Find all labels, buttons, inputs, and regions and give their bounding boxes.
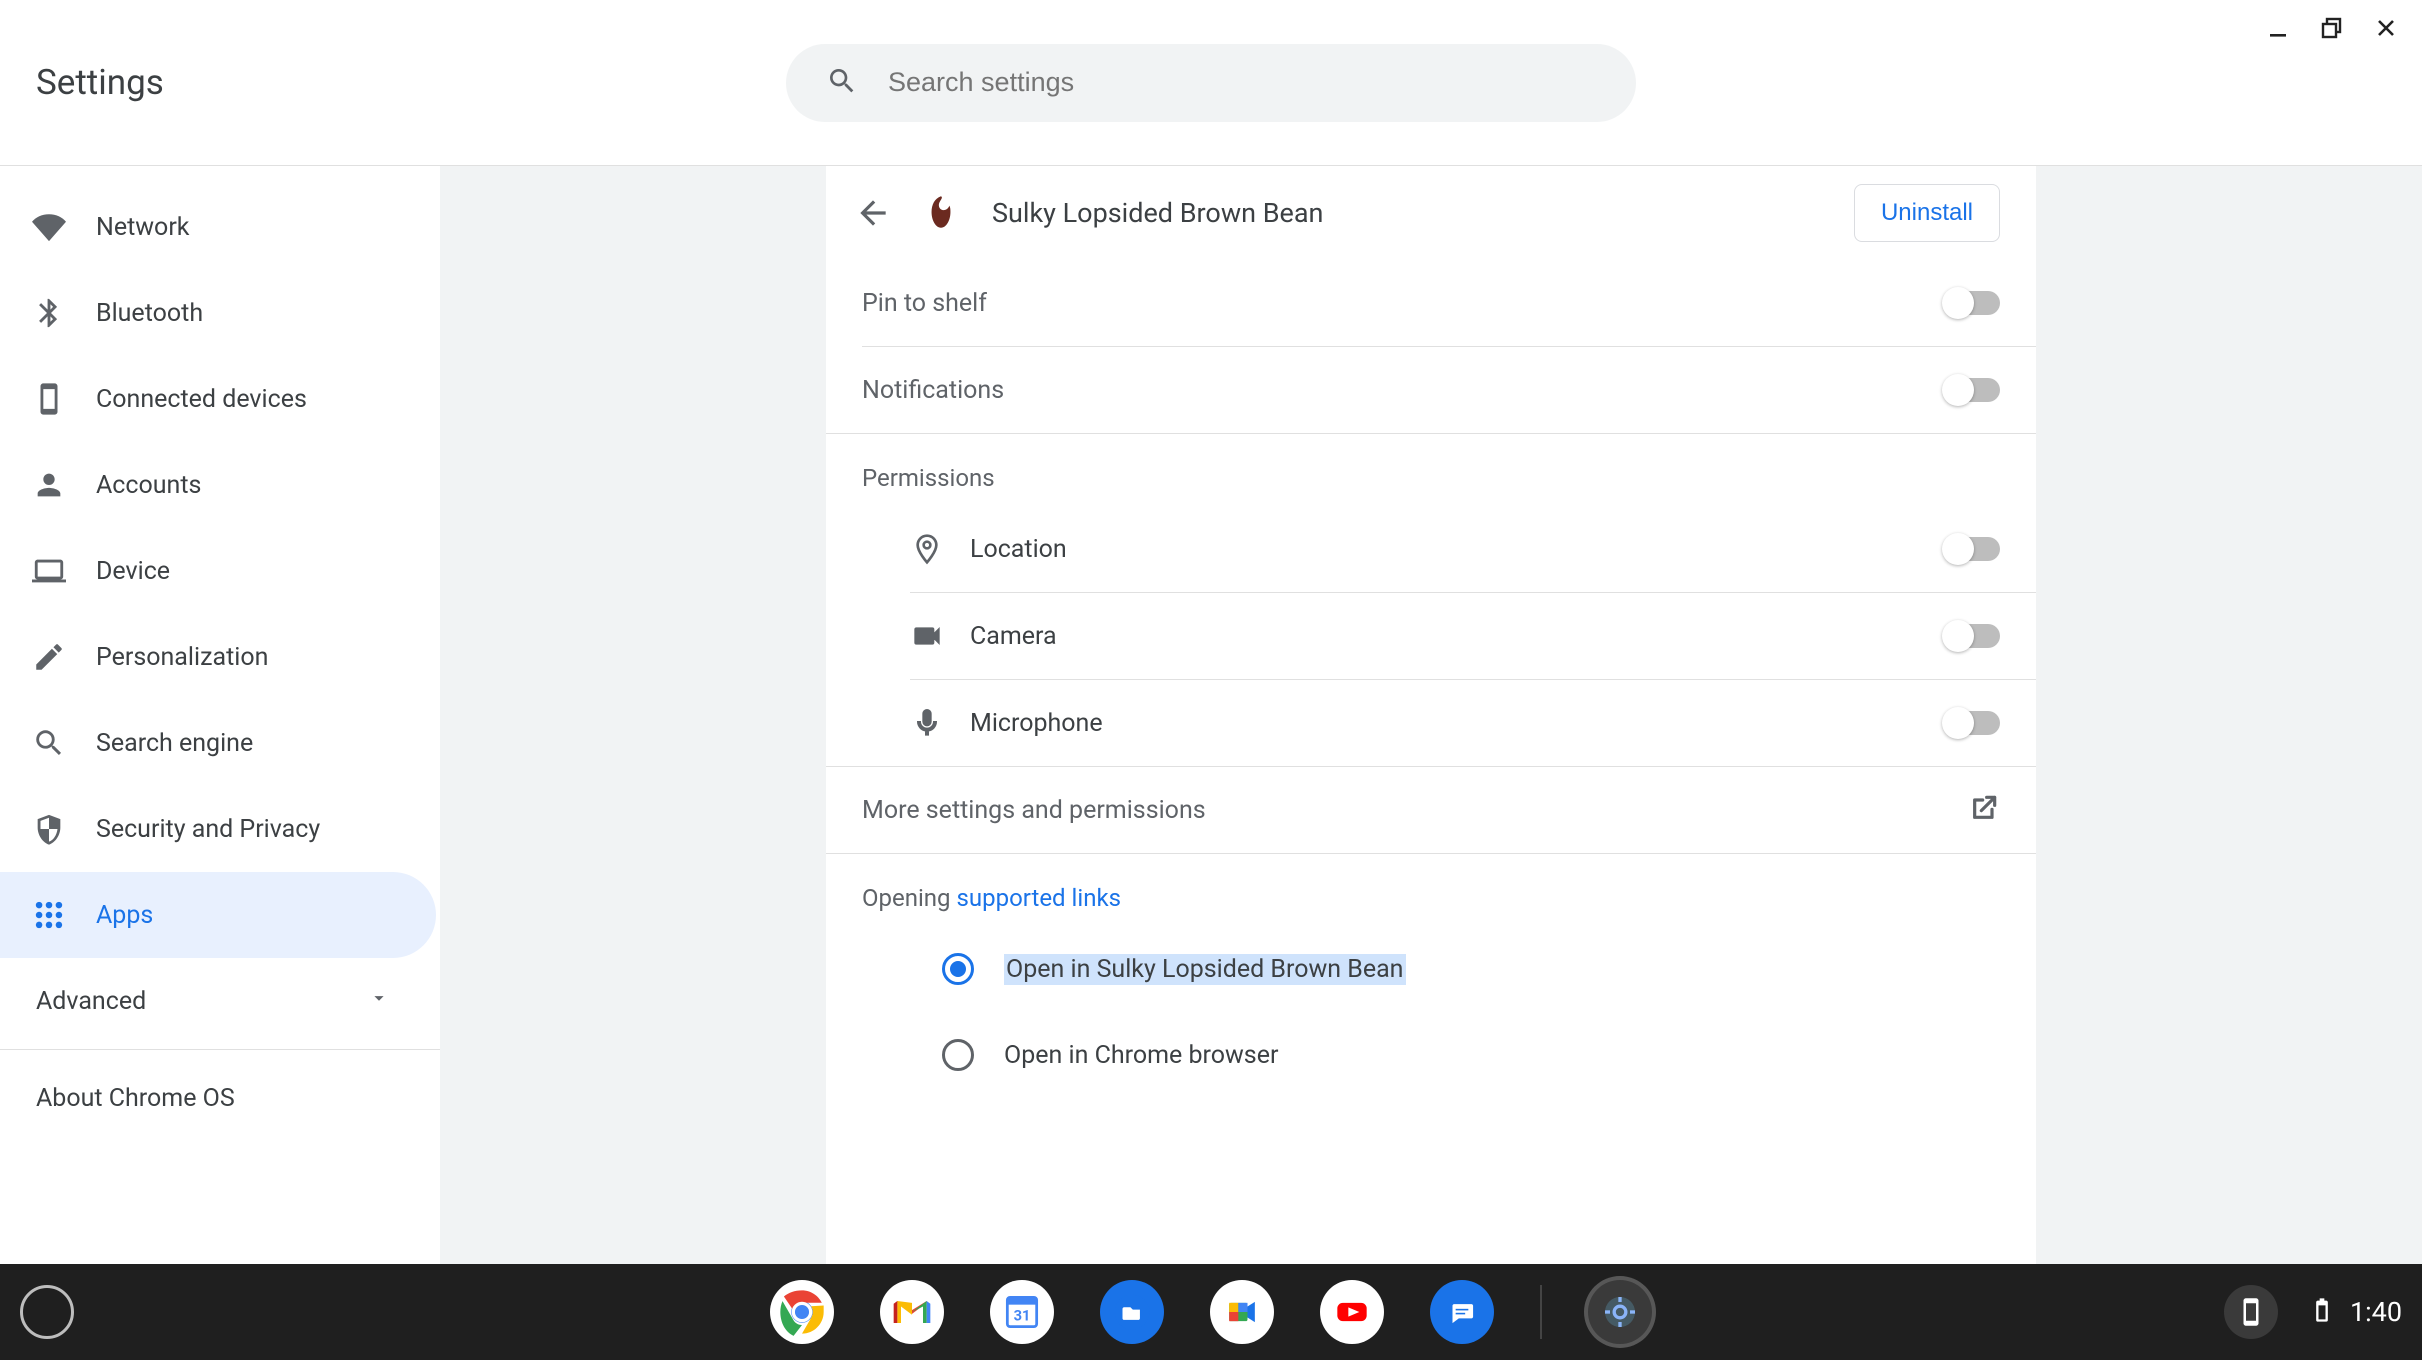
- shelf-app-messages[interactable]: [1430, 1280, 1494, 1344]
- sidebar-item-bluetooth[interactable]: Bluetooth: [0, 270, 436, 356]
- sidebar-item-device[interactable]: Device: [0, 528, 436, 614]
- pin-label: Pin to shelf: [862, 289, 1944, 318]
- launcher-button[interactable]: [20, 1285, 74, 1339]
- apps-grid-icon: [32, 898, 66, 932]
- permission-camera-row: Camera: [826, 593, 2036, 679]
- permission-label: Microphone: [970, 709, 1944, 738]
- microphone-icon: [910, 706, 944, 740]
- back-button[interactable]: [846, 186, 900, 240]
- chevron-down-icon: [368, 987, 390, 1016]
- opening-prefix: Opening: [862, 884, 957, 912]
- app-icon: [920, 192, 962, 234]
- radio-button-unchecked-icon: [942, 1039, 974, 1071]
- shelf-app-files[interactable]: [1100, 1280, 1164, 1344]
- svg-text:31: 31: [1014, 1306, 1031, 1324]
- sidebar-item-label: Personalization: [96, 643, 268, 672]
- sidebar-item-apps[interactable]: Apps: [0, 872, 436, 958]
- sidebar: Network Bluetooth Connected devices Acco…: [0, 166, 440, 1264]
- battery-icon: [2308, 1296, 2336, 1328]
- shelf-app-meet[interactable]: [1210, 1280, 1274, 1344]
- microphone-toggle[interactable]: [1944, 711, 2000, 735]
- notifications-label: Notifications: [862, 376, 1944, 405]
- window-minimize-button[interactable]: [2266, 16, 2290, 40]
- shield-icon: [32, 812, 66, 846]
- sidebar-item-security-privacy[interactable]: Security and Privacy: [0, 786, 436, 872]
- permission-microphone-row: Microphone: [826, 680, 2036, 766]
- permissions-header: Permissions: [826, 434, 2036, 506]
- sidebar-item-label: Device: [96, 557, 170, 586]
- shelf-notifications-button[interactable]: [2224, 1285, 2278, 1339]
- search-icon: [32, 726, 66, 760]
- permission-location-row: Location: [826, 506, 2036, 592]
- camera-icon: [910, 619, 944, 653]
- pin-toggle[interactable]: [1944, 291, 2000, 315]
- search-icon: [826, 65, 858, 101]
- location-icon: [910, 532, 944, 566]
- search-input[interactable]: [888, 67, 1596, 98]
- shelf-app-gmail[interactable]: [880, 1280, 944, 1344]
- shelf: 31 1:40: [0, 1264, 2422, 1360]
- bluetooth-icon: [32, 296, 66, 330]
- laptop-icon: [32, 554, 66, 588]
- sidebar-item-label: Connected devices: [96, 385, 307, 414]
- about-label: About Chrome OS: [36, 1084, 235, 1113]
- more-settings-label: More settings and permissions: [862, 796, 1968, 825]
- pencil-icon: [32, 640, 66, 674]
- sidebar-about[interactable]: About Chrome OS: [0, 1055, 440, 1141]
- pin-to-shelf-row: Pin to shelf: [826, 260, 2036, 346]
- external-link-icon: [1968, 792, 2000, 828]
- opening-links-header: Opening supported links: [826, 854, 2036, 926]
- app-detail-panel: Sulky Lopsided Brown Bean Uninstall Pin …: [826, 166, 2036, 1264]
- shelf-status-area[interactable]: 1:40: [2308, 1296, 2402, 1328]
- supported-links-link[interactable]: supported links: [957, 884, 1122, 912]
- sidebar-item-accounts[interactable]: Accounts: [0, 442, 436, 528]
- shelf-app-settings[interactable]: [1588, 1280, 1652, 1344]
- permission-label: Location: [970, 535, 1944, 564]
- shelf-app-calendar[interactable]: 31: [990, 1280, 1054, 1344]
- location-toggle[interactable]: [1944, 537, 2000, 561]
- more-settings-row[interactable]: More settings and permissions: [826, 767, 2036, 853]
- uninstall-button[interactable]: Uninstall: [1854, 184, 2000, 242]
- shelf-app-youtube[interactable]: [1320, 1280, 1384, 1344]
- advanced-label: Advanced: [36, 987, 146, 1016]
- sidebar-item-label: Network: [96, 213, 189, 242]
- sidebar-item-personalization[interactable]: Personalization: [0, 614, 436, 700]
- wifi-icon: [32, 210, 66, 244]
- sidebar-item-label: Security and Privacy: [96, 815, 320, 844]
- sidebar-item-label: Accounts: [96, 471, 201, 500]
- settings-header: Settings: [0, 0, 2422, 166]
- notifications-toggle[interactable]: [1944, 378, 2000, 402]
- shelf-separator: [1540, 1285, 1542, 1339]
- sidebar-advanced-toggle[interactable]: Advanced: [0, 958, 440, 1044]
- camera-toggle[interactable]: [1944, 624, 2000, 648]
- window-close-button[interactable]: [2374, 16, 2398, 40]
- person-icon: [32, 468, 66, 502]
- radio-label: Open in Chrome browser: [1004, 1041, 1278, 1070]
- radio-open-in-app[interactable]: Open in Sulky Lopsided Brown Bean: [826, 926, 2036, 1012]
- clock: 1:40: [2350, 1296, 2402, 1328]
- radio-button-checked-icon: [942, 953, 974, 985]
- sidebar-item-label: Bluetooth: [96, 299, 203, 328]
- radio-label: Open in Sulky Lopsided Brown Bean: [1004, 954, 1406, 985]
- notifications-row: Notifications: [826, 347, 2036, 433]
- sidebar-item-connected-devices[interactable]: Connected devices: [0, 356, 436, 442]
- page-title: Settings: [36, 62, 164, 103]
- permission-label: Camera: [970, 622, 1944, 651]
- window-maximize-button[interactable]: [2320, 16, 2344, 40]
- search-box[interactable]: [786, 44, 1636, 122]
- sidebar-item-search-engine[interactable]: Search engine: [0, 700, 436, 786]
- sidebar-divider: [0, 1049, 440, 1050]
- radio-open-in-chrome[interactable]: Open in Chrome browser: [826, 1012, 2036, 1098]
- sidebar-item-label: Search engine: [96, 729, 253, 758]
- sidebar-item-network[interactable]: Network: [0, 184, 436, 270]
- sidebar-item-label: Apps: [96, 901, 153, 930]
- app-title: Sulky Lopsided Brown Bean: [992, 197, 1834, 229]
- phone-icon: [32, 382, 66, 416]
- shelf-app-chrome[interactable]: [770, 1280, 834, 1344]
